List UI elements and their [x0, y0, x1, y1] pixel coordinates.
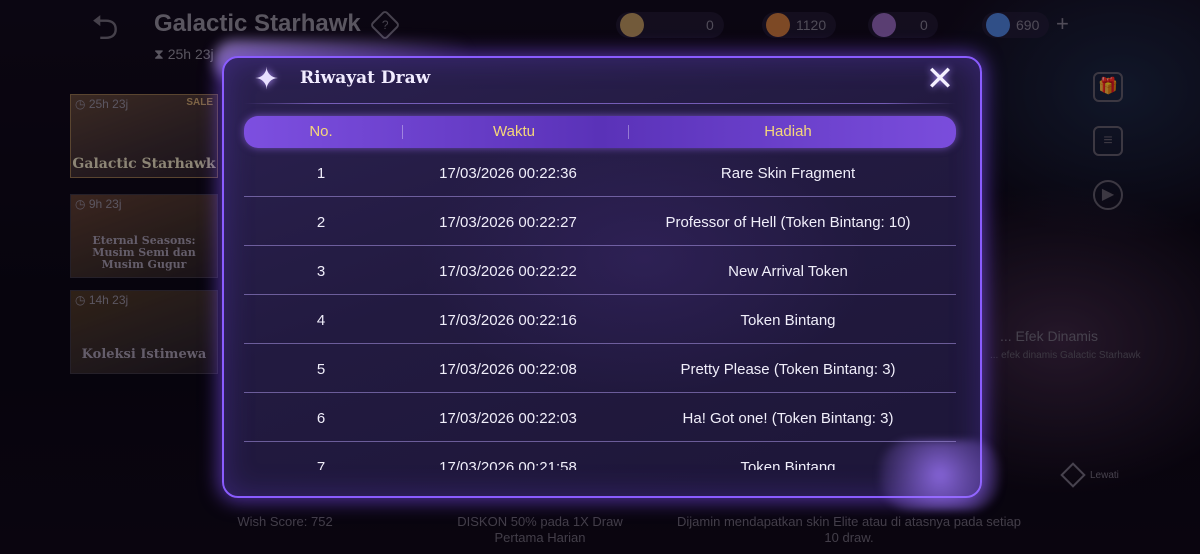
cell-no: 4 [316, 312, 326, 329]
dialog-title: Riwayat Draw [300, 68, 431, 88]
cell-prize: Token Bintang [740, 312, 836, 329]
close-button[interactable]: ✕ [922, 62, 958, 98]
table-row: 4 17/03/2026 00:22:16 Token Bintang [244, 295, 956, 344]
cell-no: 3 [316, 263, 326, 280]
cell-prize: Professor of Hell (Token Bintang: 10) [665, 214, 911, 231]
column-header-prize: Hadiah [764, 123, 812, 140]
divider [244, 103, 956, 104]
history-table-body[interactable]: 1 17/03/2026 00:22:36 Rare Skin Fragment… [244, 148, 956, 470]
cell-time: 17/03/2026 00:22:08 [439, 361, 577, 378]
cell-time: 17/03/2026 00:22:36 [439, 165, 577, 182]
cell-prize: Pretty Please (Token Bintang: 3) [680, 361, 896, 378]
sparkle-icon: ✦ [254, 63, 280, 96]
table-row: 7 17/03/2026 00:21:58 Token Bintang [244, 442, 956, 470]
close-icon: ✕ [925, 60, 955, 98]
history-table-header: No. Waktu Hadiah [244, 116, 956, 148]
cell-no: 6 [316, 410, 326, 427]
cell-time: 17/03/2026 00:21:58 [439, 459, 577, 470]
table-row: 6 17/03/2026 00:22:03 Ha! Got one! (Toke… [244, 393, 956, 442]
column-header-time: Waktu [493, 123, 535, 140]
cell-prize: Token Bintang [740, 459, 836, 470]
table-row: 5 17/03/2026 00:22:08 Pretty Please (Tok… [244, 344, 956, 393]
cell-prize: Rare Skin Fragment [720, 165, 856, 182]
table-row: 1 17/03/2026 00:22:36 Rare Skin Fragment [244, 148, 956, 197]
cell-prize: Ha! Got one! (Token Bintang: 3) [682, 410, 894, 427]
cell-no: 5 [316, 361, 326, 378]
column-header-no: No. [309, 123, 333, 140]
table-row: 3 17/03/2026 00:22:22 New Arrival Token [244, 246, 956, 295]
table-row: 2 17/03/2026 00:22:27 Professor of Hell … [244, 197, 956, 246]
cell-prize: New Arrival Token [728, 263, 848, 280]
cell-time: 17/03/2026 00:22:27 [439, 214, 577, 231]
cell-time: 17/03/2026 00:22:22 [439, 263, 577, 280]
cell-no: 7 [316, 459, 326, 470]
cell-no: 2 [316, 214, 326, 231]
cell-time: 17/03/2026 00:22:03 [439, 410, 577, 427]
cell-no: 1 [316, 165, 326, 182]
cell-time: 17/03/2026 00:22:16 [439, 312, 577, 329]
